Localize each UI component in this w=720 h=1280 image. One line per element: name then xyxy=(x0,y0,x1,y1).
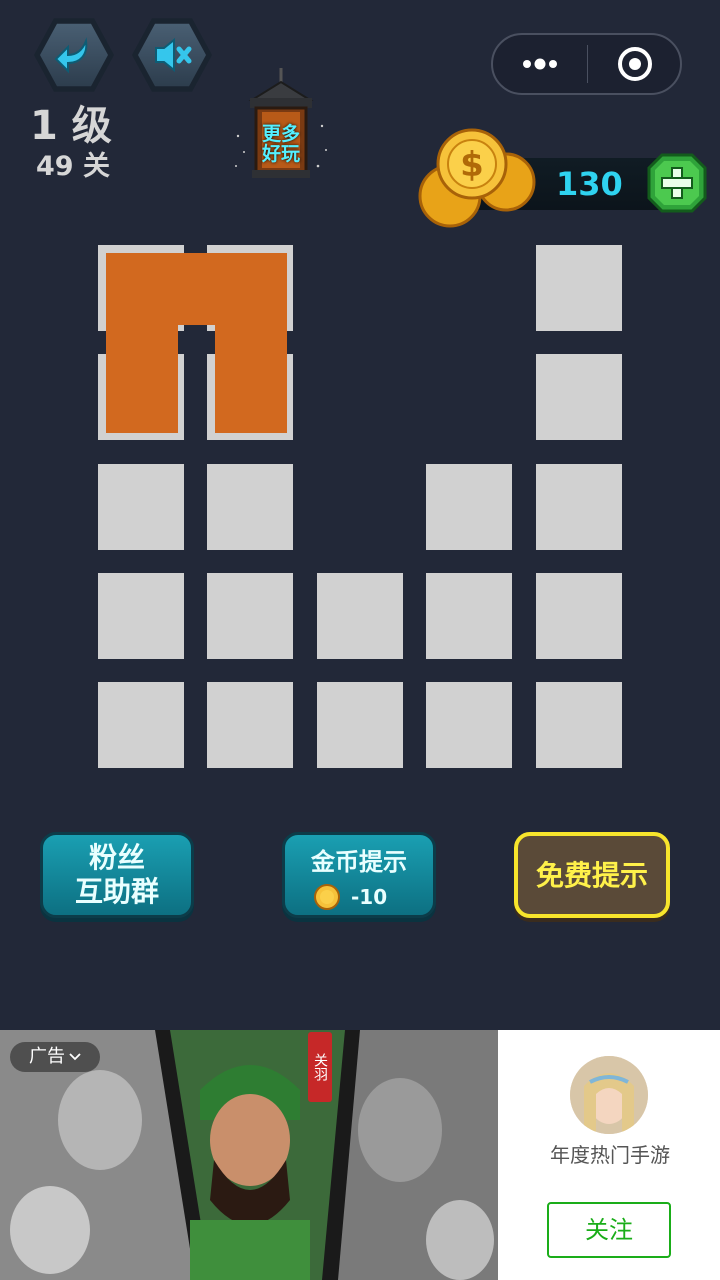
more-games-button[interactable]: 更多 好玩 xyxy=(226,66,336,186)
grid-cell[interactable] xyxy=(426,573,512,659)
coin-icon xyxy=(314,884,340,910)
more-games-label-line2: 好玩 xyxy=(261,143,300,165)
grid-cell[interactable] xyxy=(207,682,293,768)
ad-tag-label: 广告 xyxy=(29,1046,65,1067)
capsule-divider xyxy=(587,45,588,83)
stage-label: 49 关 xyxy=(36,151,110,182)
fans-label-line1: 粉丝 xyxy=(88,841,145,874)
grid-cell[interactable] xyxy=(98,573,184,659)
speaker-muted-icon xyxy=(155,37,192,73)
grid-cell[interactable] xyxy=(536,573,622,659)
piece-segment xyxy=(106,253,287,325)
grid-cell[interactable] xyxy=(207,464,293,550)
piece-segment xyxy=(106,325,178,433)
grid-cell[interactable] xyxy=(426,464,512,550)
character-badge: 关羽 xyxy=(308,1032,332,1102)
coin-count: 130 xyxy=(556,165,623,203)
free-hint-button[interactable]: 免费提示 xyxy=(514,832,670,918)
grid-cell[interactable] xyxy=(98,682,184,768)
close-miniprogram-button[interactable] xyxy=(589,35,680,93)
grid-cell[interactable] xyxy=(536,682,622,768)
fans-label-line2: 互助群 xyxy=(74,875,159,908)
grid-cell[interactable] xyxy=(536,245,622,331)
mute-button[interactable] xyxy=(132,18,212,92)
level-label: 1 级 xyxy=(30,103,112,149)
piece-segment xyxy=(215,325,287,433)
app-title: 年度热门手游 xyxy=(550,1143,670,1167)
back-button[interactable] xyxy=(34,18,114,92)
app-avatar xyxy=(570,1056,648,1134)
grid-cell[interactable] xyxy=(536,354,622,440)
gold-coin-icon: $ xyxy=(418,128,536,228)
follow-button[interactable]: 关注 xyxy=(547,1202,671,1258)
more-games-label-line1: 更多 xyxy=(261,123,300,145)
ad-tag[interactable]: 广告 xyxy=(10,1042,100,1072)
free-hint-label: 免费提示 xyxy=(535,859,648,892)
miniprogram-capsule xyxy=(491,33,682,95)
grid-cell[interactable] xyxy=(317,573,403,659)
ad-artwork[interactable]: 关羽 广告 xyxy=(0,1030,498,1280)
chevron-down-icon xyxy=(69,1053,81,1061)
grid-cell[interactable] xyxy=(536,464,622,550)
back-arrow-icon xyxy=(54,37,88,74)
target-circle-icon xyxy=(617,47,652,81)
grid-cell[interactable] xyxy=(426,682,512,768)
coin-hint-cost: -10 xyxy=(351,885,388,909)
coin-hint-label: 金币提示 xyxy=(311,848,407,876)
coin-hint-button[interactable]: 金币提示 -10 xyxy=(282,832,436,918)
grid-cell[interactable] xyxy=(317,682,403,768)
svg-text:$: $ xyxy=(460,145,484,185)
more-dots-icon xyxy=(523,58,557,70)
avatar-image xyxy=(570,1056,648,1134)
fans-group-button[interactable]: 粉丝 互助群 xyxy=(40,832,194,918)
grid-cell[interactable] xyxy=(98,464,184,550)
grid-cell[interactable] xyxy=(207,573,293,659)
green-plus-gem-icon xyxy=(647,153,707,213)
more-menu-button[interactable] xyxy=(493,35,587,93)
add-coins-button[interactable] xyxy=(646,152,708,214)
